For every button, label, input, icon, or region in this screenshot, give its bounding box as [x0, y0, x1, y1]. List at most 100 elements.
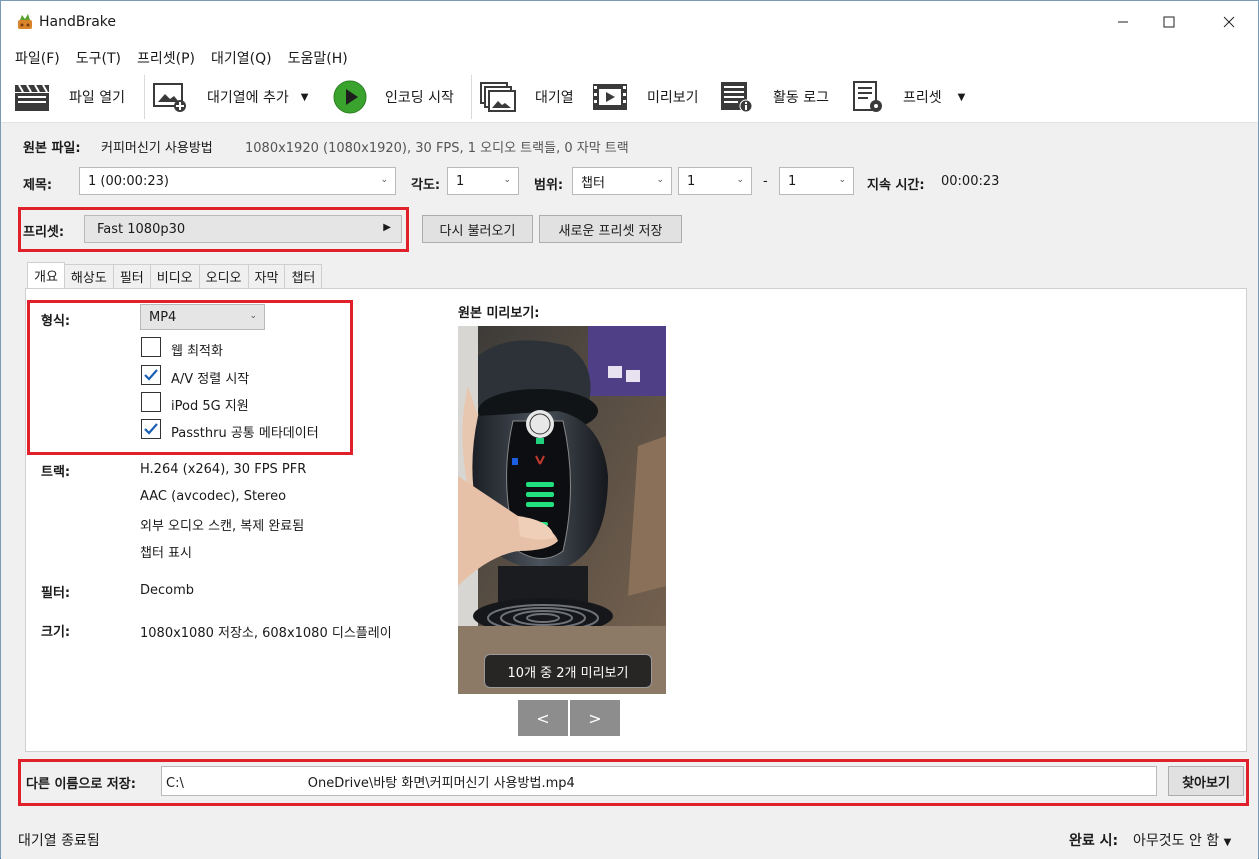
coffee-machine-photo [458, 326, 666, 694]
minimize-icon [1118, 21, 1128, 23]
tab-chapters[interactable]: 챕터 [284, 264, 323, 288]
add-to-queue-label: 대기열에 추가 [207, 90, 289, 106]
queue-label: 대기열 [535, 90, 574, 106]
preset-label: 프리셋: [23, 225, 65, 240]
passthru-checkbox[interactable] [141, 419, 161, 439]
ipod-label: iPod 5G 지원 [171, 399, 249, 414]
tab-subtitles[interactable]: 자막 [247, 264, 286, 288]
preset-selector[interactable]: Fast 1080p30 ▶ [84, 215, 402, 243]
chevron-down-icon: ⌄ [380, 175, 388, 185]
source-label: 원본 파일: [23, 141, 81, 156]
save-as-label: 다른 이름으로 저장: [26, 777, 136, 792]
activity-log-label: 활동 로그 [773, 90, 829, 106]
align-av-checkbox[interactable] [141, 365, 161, 385]
format-label: 형식: [41, 314, 71, 329]
chevron-down-icon: ⌄ [503, 175, 511, 185]
queue-button[interactable]: 대기열 [479, 79, 574, 115]
duration-label: 지속 시간: [867, 178, 925, 193]
checkmark-icon [144, 369, 158, 381]
range-label: 범위: [534, 178, 564, 193]
handbrake-window: HandBrake 파일(F) 도구(T) 프리셋(P) 대기열(Q) 도움말(… [0, 0, 1259, 859]
angle-select-value: 1 [456, 173, 465, 189]
tab-filters[interactable]: 필터 [112, 264, 151, 288]
tab-strip: 개요 해상도 필터 비디오 오디오 자막 챕터 [27, 262, 323, 288]
queue-status: 대기열 종료됨 [18, 833, 100, 849]
browse-button[interactable]: 찾아보기 [1168, 766, 1244, 796]
range-start-select[interactable]: 1 ⌄ [678, 167, 752, 195]
chevron-down-icon: ⌄ [838, 175, 846, 185]
track-item: 외부 오디오 스캔, 복제 완료됨 [140, 519, 305, 534]
menu-presets[interactable]: 프리셋(P) [129, 43, 203, 71]
when-done-value: 아무것도 안 함 [1133, 833, 1220, 849]
preset-value: Fast 1080p30 [97, 221, 186, 237]
range-end-select[interactable]: 1 ⌄ [779, 167, 854, 195]
tab-summary[interactable]: 개요 [27, 262, 65, 288]
ipod-checkbox[interactable] [141, 392, 161, 412]
size-value: 1080x1080 저장소, 608x1080 디스플레이 [140, 626, 392, 641]
range-end-value: 1 [788, 173, 797, 189]
chevron-down-icon: ⌄ [249, 311, 257, 321]
web-optimize-label: 웹 최적화 [171, 344, 223, 359]
save-path-input[interactable]: C:\ OneDrive\바탕 화면\커피머신기 사용방법.mp4 [161, 766, 1157, 796]
minimize-button[interactable] [1100, 1, 1146, 43]
play-icon [331, 80, 369, 114]
format-value: MP4 [149, 309, 177, 325]
when-done-dropdown[interactable]: 아무것도 안 함 ▼ [1133, 830, 1231, 850]
chevron-down-icon: ▼ [1223, 837, 1232, 848]
source-info: 1080x1920 (1080x1920), 30 FPS, 1 오디오 트랙들… [245, 141, 629, 156]
align-av-label: A/V 정렬 시작 [171, 372, 250, 387]
menu-file[interactable]: 파일(F) [7, 43, 68, 71]
reload-preset-button[interactable]: 다시 불러오기 [422, 215, 533, 243]
toolbar-divider [471, 75, 472, 119]
source-name: 커피머신기 사용방법 [101, 141, 213, 156]
film-icon [591, 80, 629, 114]
menu-help[interactable]: 도움말(H) [280, 43, 356, 71]
passthru-label: Passthru 공통 메타데이터 [171, 426, 319, 441]
add-to-queue-button[interactable]: 대기열에 추가 ▼ [151, 79, 308, 115]
title-bar: HandBrake [1, 1, 1258, 43]
track-item: H.264 (x264), 30 FPS PFR [140, 462, 307, 477]
open-file-button[interactable]: 파일 열기 [13, 79, 125, 115]
filters-value: Decomb [140, 583, 195, 598]
range-type-select[interactable]: 챕터 ⌄ [572, 167, 672, 195]
filters-label: 필터: [41, 586, 71, 601]
chevron-down-icon[interactable]: ▼ [958, 92, 966, 103]
status-bar: 대기열 종료됨 완료 시: 아무것도 안 함 ▼ [1, 823, 1258, 859]
maximize-button[interactable] [1146, 1, 1192, 43]
chevron-down-icon: ⌄ [656, 175, 664, 185]
title-label: 제목: [23, 178, 53, 193]
title-select-value: 1 (00:00:23) [88, 173, 169, 189]
menu-queue[interactable]: 대기열(Q) [203, 43, 280, 71]
add-image-icon [151, 80, 189, 114]
preview-next-button[interactable]: > [570, 700, 620, 736]
start-encode-button[interactable]: 인코딩 시작 [331, 79, 454, 115]
window-title: HandBrake [39, 14, 117, 30]
angle-select[interactable]: 1 ⌄ [447, 167, 519, 195]
queue-icon [479, 80, 517, 114]
chevron-down-icon[interactable]: ▼ [301, 92, 309, 103]
menu-tools[interactable]: 도구(T) [68, 43, 129, 71]
chevron-right-icon: ▶ [383, 222, 391, 233]
preview-label: 미리보기 [647, 90, 699, 106]
web-optimize-checkbox[interactable] [141, 337, 161, 357]
chevron-down-icon: ⌄ [736, 175, 744, 185]
activity-log-button[interactable]: 활동 로그 [717, 79, 829, 115]
source-preview-image: 10개 중 2개 미리보기 [458, 326, 666, 694]
angle-label: 각도: [411, 178, 441, 193]
tab-dimensions[interactable]: 해상도 [63, 264, 114, 288]
preview-button[interactable]: 미리보기 [591, 79, 699, 115]
size-label: 크기: [41, 625, 71, 640]
presets-label: 프리셋 [903, 90, 942, 106]
tab-video[interactable]: 비디오 [149, 264, 200, 288]
duration-value: 00:00:23 [941, 174, 1000, 189]
tab-audio[interactable]: 오디오 [198, 264, 249, 288]
title-select[interactable]: 1 (00:00:23) ⌄ [79, 167, 396, 195]
close-button[interactable] [1206, 1, 1252, 43]
preview-prev-button[interactable]: < [518, 700, 568, 736]
presets-button[interactable]: 프리셋 ▼ [849, 79, 965, 115]
format-select[interactable]: MP4 ⌄ [140, 304, 265, 330]
save-new-preset-button[interactable]: 새로운 프리셋 저장 [539, 215, 682, 243]
track-item: AAC (avcodec), Stereo [140, 489, 287, 504]
toolbar: 파일 열기 대기열에 추가 ▼ 인코딩 시작 대기열 미리보기 활동 로그 프리… [1, 71, 1258, 123]
preset-settings-icon [849, 80, 887, 114]
